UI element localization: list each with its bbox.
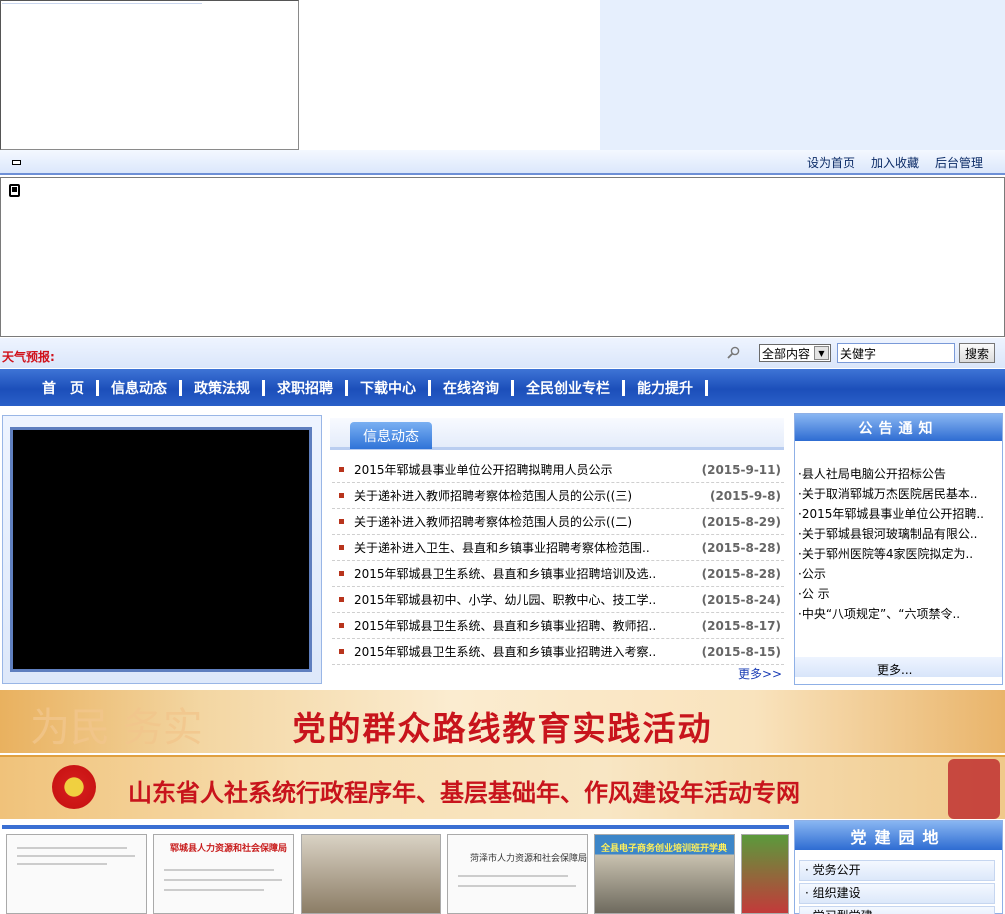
nav-policy[interactable]: 政策法规 [182,378,262,398]
bullet-icon [339,545,344,550]
photo-thumbnail[interactable]: 郓城县人力资源和社会保障局 [153,834,294,914]
weather-label: 天气预报: [2,350,55,364]
seal-icon [948,759,1000,819]
notice-item[interactable]: ·公示 [798,564,998,584]
notice-list: ·县人社局电脑公开招标公告 ·关于取消郓城万杰医院居民基本.. ·2015年郓城… [798,464,998,624]
tab-news[interactable]: 信息动态 [350,422,432,449]
bullet-icon [339,467,344,472]
nav-jobs[interactable]: 求职招聘 [265,378,345,398]
set-homepage-link[interactable]: 设为首页 [807,154,855,171]
bullet-icon [339,649,344,654]
party-item[interactable]: · 党务公开 [799,860,995,881]
video-player[interactable] [10,427,312,672]
party-item[interactable]: · 学习型党建 [799,906,995,914]
bullet-icon [339,571,344,576]
photo-thumbnail[interactable] [741,834,789,914]
photo-caption: 全县电子商务创业培训班开学典 [601,844,728,854]
news-date: (2015-8-28) [701,566,781,581]
news-date: (2015-9-11) [701,462,781,477]
banner-title: 山东省人社系统行政程序年、基层基础年、作风建设年活动专网 [128,778,800,807]
party-title: 党建园地 [795,821,1002,850]
party-list: · 党务公开 · 组织建设 · 学习型党建 [799,860,995,914]
news-date: (2015-9-8) [709,488,781,503]
search-icon [727,346,740,359]
nav-downloads[interactable]: 下载中心 [348,378,428,398]
campaign-banner[interactable]: 山东省人社系统行政程序年、基层基础年、作风建设年活动专网 [0,755,1005,819]
photo-strip-header [2,825,789,829]
news-list: 2015年郓城县事业单位公开招聘拟聘用人员公示 (2015-9-11) 关于递补… [332,457,784,665]
notice-item[interactable]: ·关于郓州医院等4家医院拟定为.. [798,544,998,564]
notice-item[interactable]: ·关于取消郓城万杰医院居民基本.. [798,484,998,504]
notice-item[interactable]: ·县人社局电脑公开招标公告 [798,464,998,484]
news-title[interactable]: 关于递补进入教师招聘考察体检范围人员的公示((二) [354,513,702,530]
notice-item[interactable]: ·公 示 [798,584,998,604]
plugin-placeholder-icon [9,184,20,197]
news-title[interactable]: 2015年郓城县卫生系统、县直和乡镇事业招聘进入考察.. [354,643,702,660]
news-row[interactable]: 2015年郓城县卫生系统、县直和乡镇事业招聘、教师招.. (2015-8-17) [332,613,784,639]
news-title[interactable]: 关于递补进入卫生、县直和乡镇事业招聘考察体检范围.. [354,539,702,556]
photo-thumbnail[interactable]: 菏泽市人力资源和社会保障局文件 [447,834,588,914]
broken-image-icon [12,160,21,165]
bullet-icon [339,597,344,602]
nav-consult[interactable]: 在线咨询 [431,378,511,398]
news-date: (2015-8-29) [701,514,781,529]
nav-skills[interactable]: 能力提升 [625,378,705,398]
news-date: (2015-8-17) [701,618,781,633]
news-row[interactable]: 2015年郓城县事业单位公开招聘拟聘用人员公示 (2015-9-11) [332,457,784,483]
photo-caption: 郓城县人力资源和社会保障局 [170,844,288,854]
news-row[interactable]: 关于递补进入教师招聘考察体检范围人员的公示((二) (2015-8-29) [332,509,784,535]
news-date: (2015-8-24) [701,592,781,607]
news-row[interactable]: 2015年郓城县卫生系统、县直和乡镇事业招聘培训及选.. (2015-8-28) [332,561,784,587]
nav-entrepreneur[interactable]: 全民创业专栏 [514,378,622,398]
photo-thumbnail[interactable] [301,834,441,914]
notice-more-link[interactable]: 更多... [877,661,912,678]
news-date: (2015-8-28) [701,540,781,555]
utility-links: 设为首页 加入收藏 后台管理 [807,154,983,171]
search-input[interactable] [837,343,955,363]
news-title[interactable]: 2015年郓城县初中、小学、幼儿园、职教中心、技工学.. [354,591,702,608]
bullet-icon [339,493,344,498]
chevron-down-icon[interactable]: ▼ [814,346,829,360]
news-more-link[interactable]: 更多>> [738,665,782,682]
notice-item[interactable]: ·2015年郓城县事业单位公开招聘.. [798,504,998,524]
news-title[interactable]: 关于递补进入教师招聘考察体检范围人员的公示((三) [354,487,710,504]
nav-home[interactable]: 首 页 [30,378,96,398]
news-row[interactable]: 关于递补进入教师招聘考察体检范围人员的公示((三) (2015-9-8) [332,483,784,509]
news-title[interactable]: 2015年郓城县事业单位公开招聘拟聘用人员公示 [354,461,702,478]
party-item[interactable]: · 组织建设 [799,883,995,904]
bullet-icon [339,519,344,524]
news-row[interactable]: 关于递补进入卫生、县直和乡镇事业招聘考察体检范围.. (2015-8-28) [332,535,784,561]
nav-news[interactable]: 信息动态 [99,378,179,398]
notice-title: 公告通知 [795,414,1002,441]
notice-item[interactable]: ·中央“八项规定”、“六项禁令.. [798,604,998,624]
top-flash-placeholder [0,0,299,150]
news-title[interactable]: 2015年郓城县卫生系统、县直和乡镇事业招聘、教师招.. [354,617,702,634]
top-banner-fill [600,0,1005,150]
banner-title: 党的群众路线教育实践活动 [292,709,713,748]
add-favorite-link[interactable]: 加入收藏 [871,154,919,171]
search-scope-select[interactable]: 全部内容 ▼ [759,344,831,362]
main-flash-placeholder [0,177,1005,337]
national-emblem-icon [52,765,96,809]
nav-separator [705,379,708,396]
bullet-icon [339,623,344,628]
news-row[interactable]: 2015年郓城县卫生系统、县直和乡镇事业招聘进入考察.. (2015-8-15) [332,639,784,665]
search-scope-value: 全部内容 [762,346,811,361]
photo-caption: 菏泽市人力资源和社会保障局文件 [470,854,588,864]
news-title[interactable]: 2015年郓城县卫生系统、县直和乡镇事业招聘培训及选.. [354,565,702,582]
notice-item[interactable]: ·关于郓城县银河玻璃制品有限公.. [798,524,998,544]
main-nav: 首 页 信息动态 政策法规 求职招聘 下载中心 在线咨询 全民创业专栏 能力提升 [0,369,1005,406]
news-row[interactable]: 2015年郓城县初中、小学、幼儿园、职教中心、技工学.. (2015-8-24) [332,587,784,613]
utility-bar-inner [2,3,202,21]
photo-thumbnail[interactable] [6,834,147,914]
news-date: (2015-8-15) [701,644,781,659]
photo-thumbnail[interactable]: 全县电子商务创业培训班开学典 [594,834,735,914]
search-button[interactable]: 搜索 [959,343,995,363]
mass-line-banner[interactable]: 为民 务实 党的群众路线教育实践活动 [0,690,1005,753]
admin-link[interactable]: 后台管理 [935,154,983,171]
